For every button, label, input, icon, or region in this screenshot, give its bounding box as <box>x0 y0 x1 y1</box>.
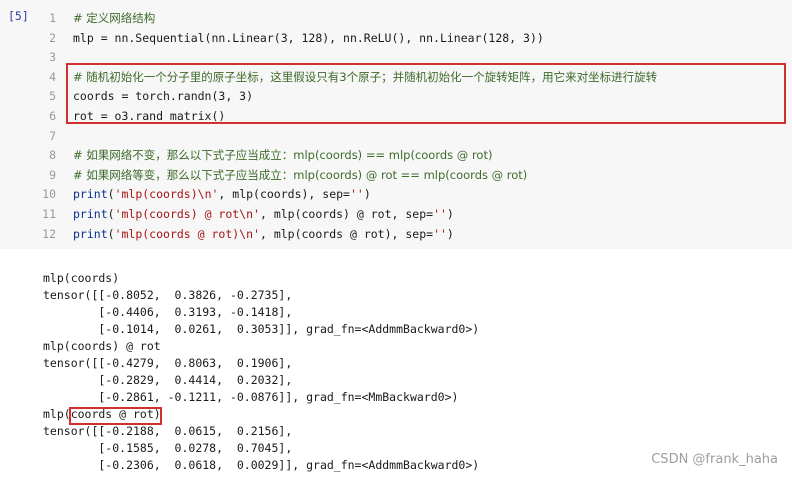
code-string: '' <box>433 207 447 221</box>
line-number: 2 <box>49 30 56 45</box>
line-number: 12 <box>42 226 56 241</box>
code-text: # 如果网络等变，那么以下式子应当成立：mlp(coords) @ rot ==… <box>73 165 527 185</box>
highlight-annotation-box <box>66 63 786 124</box>
output-line: [-0.4406, 0.3193, -0.1418], <box>43 305 293 319</box>
output-line: [-0.2861, -0.1211, -0.0876]], grad_fn=<M… <box>43 390 459 404</box>
line-number: 4 <box>49 69 56 84</box>
line-number: 9 <box>49 167 56 182</box>
code-text: # 如果网络不变，那么以下式子应当成立：mlp(coords) == mlp(c… <box>73 145 492 165</box>
output-highlight-box <box>69 407 162 425</box>
code-builtin: print <box>73 207 108 221</box>
output-line: mlp(coords) @ rot <box>43 339 161 353</box>
code-token: , mlp(coords), sep= <box>218 187 350 202</box>
code-comment: # 如果网络等变，那么以下式子应当成立：mlp(coords) @ rot ==… <box>73 167 528 182</box>
output-line: tensor([[-0.2188, 0.0615, 0.2156], <box>43 424 293 438</box>
output-line: tensor([[-0.8052, 0.3826, -0.2735], <box>43 288 293 302</box>
code-token: , mlp(coords @ rot), sep= <box>259 226 434 241</box>
line-number: 7 <box>49 128 56 143</box>
code-token: ) <box>446 226 454 241</box>
code-cell[interactable]: [5] 1 # 定义网络结构 2 mlp = nn.Sequential(nn.Lin… <box>0 0 792 249</box>
code-builtin: print <box>73 226 108 241</box>
code-string: '' <box>349 187 364 202</box>
line-number: 3 <box>49 50 56 65</box>
watermark: CSDN @frank_haha <box>651 452 778 467</box>
code-text: # 定义网络结构 <box>73 8 155 28</box>
output-line: [-0.1014, 0.0261, 0.3053]], grad_fn=<Add… <box>43 322 480 336</box>
line-number: 1 <box>49 11 56 25</box>
code-token: mlp = nn.Sequential(nn.Linear(3, 128), n… <box>73 30 544 45</box>
output-line: tensor([[-0.4279, 0.8063, 0.1906], <box>43 356 293 370</box>
code-text: print('mlp(coords)\n', mlp(coords), sep=… <box>73 184 371 204</box>
line-number: 11 <box>42 207 56 221</box>
code-token: ( <box>107 226 115 241</box>
code-text: print('mlp(coords) @ rot\n', mlp(coords)… <box>73 204 454 224</box>
output-line: [-0.2306, 0.0618, 0.0029]], grad_fn=<Add… <box>43 458 480 472</box>
code-token: , mlp(coords) @ rot, sep= <box>259 207 434 221</box>
code-builtin: print <box>73 187 108 202</box>
output-line: [-0.1585, 0.0278, 0.7045], <box>43 441 293 455</box>
code-token: ) <box>363 187 371 202</box>
line-number: 6 <box>49 109 56 123</box>
code-token: ) <box>446 207 454 221</box>
code-string: 'mlp(coords)\n' <box>114 187 219 202</box>
code-text: print('mlp(coords @ rot)\n', mlp(coords … <box>73 224 454 244</box>
code-text: mlp = nn.Sequential(nn.Linear(3, 128), n… <box>73 28 544 48</box>
code-token: ( <box>107 187 115 202</box>
output-line: [-0.2829, 0.4414, 0.2032], <box>43 373 293 387</box>
code-token: ( <box>107 207 115 221</box>
code-string: '' <box>433 226 447 241</box>
code-comment: # 定义网络结构 <box>73 11 156 25</box>
line-number: 10 <box>42 187 56 202</box>
code-string: 'mlp(coords @ rot)\n' <box>114 226 260 241</box>
line-number: 5 <box>49 89 56 104</box>
line-number: 8 <box>49 148 56 163</box>
code-string: 'mlp(coords) @ rot\n' <box>114 207 260 221</box>
output-line: mlp(coords) <box>43 271 120 285</box>
execution-count: [5] <box>8 9 29 23</box>
code-comment: # 如果网络不变，那么以下式子应当成立：mlp(coords) == mlp(c… <box>73 148 493 163</box>
